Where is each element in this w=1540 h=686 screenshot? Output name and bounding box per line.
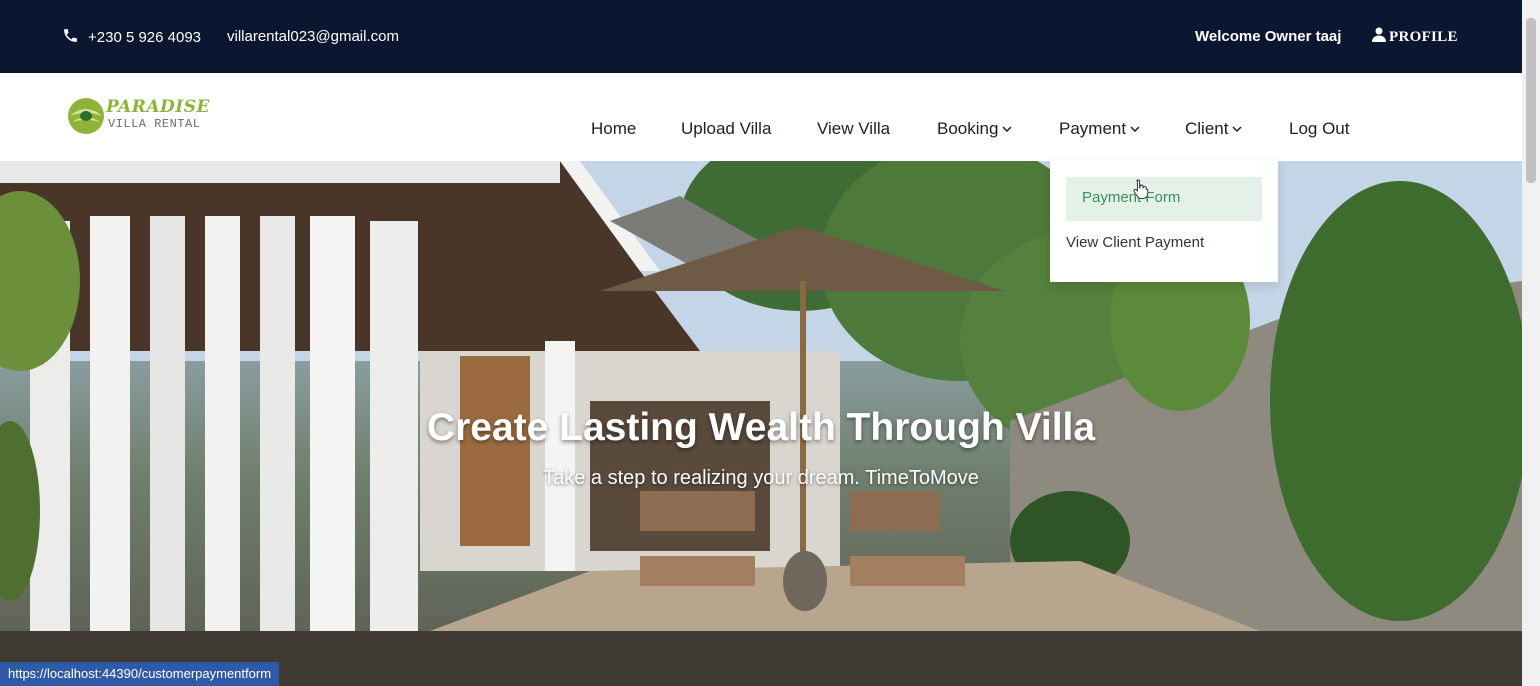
page-scrollbar[interactable] xyxy=(1522,0,1540,686)
profile-label: PROFILE xyxy=(1389,28,1458,45)
phone-contact: +230 5 926 4093 xyxy=(62,27,201,48)
logo-subtitle: VILLA RENTAL xyxy=(108,117,201,131)
dropdown-item-view-client-payment[interactable]: View Client Payment xyxy=(1066,234,1204,251)
hero-banner: Create Lasting Wealth Through Villa Take… xyxy=(0,161,1522,686)
browser-status-url: https://localhost:44390/customerpaymentf… xyxy=(0,662,280,686)
main-navbar: PARADISE VILLA RENTAL Home Upload Villa … xyxy=(0,73,1522,161)
logo[interactable]: PARADISE VILLA RENTAL xyxy=(66,95,216,137)
email-address: villarental023@gmail.com xyxy=(227,28,399,45)
phone-number: +230 5 926 4093 xyxy=(88,29,202,46)
nav-booking-label: Booking xyxy=(937,119,999,138)
nav-view-villa-label: View Villa xyxy=(817,119,891,138)
hero-subtitle: Take a step to realizing your dream. Tim… xyxy=(543,467,979,489)
nav-upload-villa-label: Upload Villa xyxy=(681,119,772,138)
nav-logout[interactable]: Log Out xyxy=(1289,119,1350,139)
profile-link[interactable]: PROFILE xyxy=(1372,27,1458,47)
palm-leaf-icon xyxy=(68,98,104,134)
nav-home[interactable]: Home xyxy=(591,119,636,139)
nav-home-label: Home xyxy=(591,119,637,138)
dropdown-item-payment-form[interactable]: Payment Form xyxy=(1066,177,1262,221)
user-icon xyxy=(1372,27,1386,47)
phone-icon xyxy=(62,27,79,48)
logo-brand: PARADISE xyxy=(106,97,210,117)
chevron-down-icon xyxy=(1130,126,1140,133)
chevron-down-icon xyxy=(1232,126,1242,133)
hand-pointer-cursor-icon xyxy=(1133,179,1149,199)
hero-title: Create Lasting Wealth Through Villa xyxy=(426,406,1096,449)
welcome-text: Welcome Owner taaj xyxy=(1195,28,1342,45)
nav-client-label: Client xyxy=(1185,119,1229,138)
nav-payment-label: Payment xyxy=(1059,119,1127,138)
scrollbar-thumb[interactable] xyxy=(1526,18,1536,183)
nav-logout-label: Log Out xyxy=(1289,119,1350,138)
nav-booking[interactable]: Booking xyxy=(937,119,1012,139)
nav-payment[interactable]: Payment xyxy=(1059,119,1140,139)
nav-client[interactable]: Client xyxy=(1185,119,1242,139)
top-bar: +230 5 926 4093 villarental023@gmail.com… xyxy=(0,0,1522,73)
payment-dropdown-menu: Payment Form View Client Payment xyxy=(1050,160,1278,282)
chevron-down-icon xyxy=(1002,126,1012,133)
nav-upload-villa[interactable]: Upload Villa xyxy=(681,119,771,139)
nav-view-villa[interactable]: View Villa xyxy=(817,119,890,139)
